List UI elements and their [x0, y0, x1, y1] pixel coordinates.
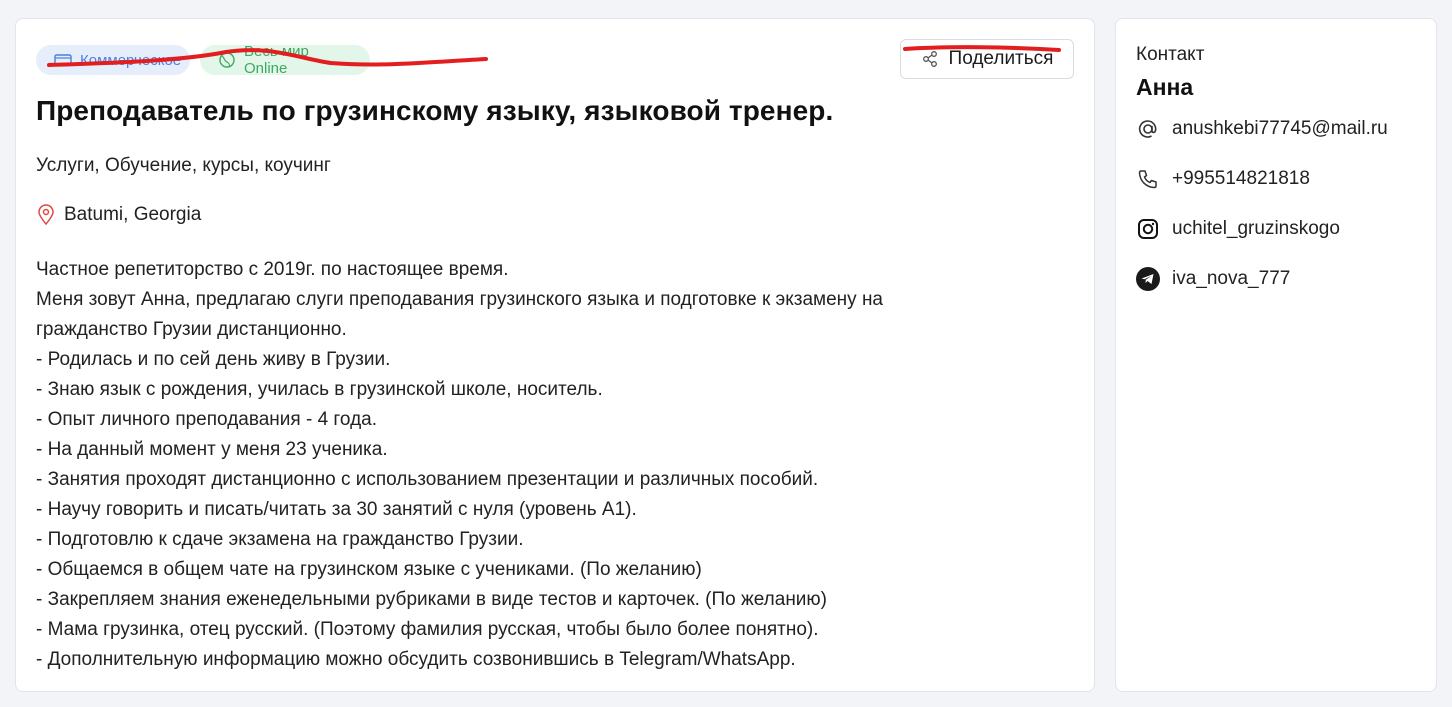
description-line: - Мама грузинка, отец русский. (Поэтому …	[36, 619, 819, 640]
location-pin-icon	[38, 204, 54, 226]
description-line: - Родилась и по сей день живу в Грузии.	[36, 349, 391, 370]
description-line: - Занятия проходят дистанционно с исполь…	[36, 469, 819, 490]
tag-label: Весь мир Online	[244, 43, 309, 77]
contact-card: Контакт Анна anushkebi77745@mail.ru +995…	[1115, 18, 1437, 692]
telegram-icon	[1136, 267, 1160, 291]
tag-commercial[interactable]: Коммерческое	[36, 45, 190, 75]
share-icon	[922, 51, 937, 67]
description-line: - Общаемся в общем чате на грузинском яз…	[36, 559, 702, 580]
instagram-text[interactable]: uchitel_gruzinskogo	[1172, 218, 1340, 240]
contact-email[interactable]: anushkebi77745@mail.ru	[1136, 117, 1388, 141]
description-line: - На данный момент у меня 23 ученика.	[36, 439, 388, 460]
share-label: Поделиться	[948, 48, 1054, 69]
contact-telegram[interactable]: iva_nova_777	[1136, 267, 1290, 291]
listing-location: Batumi, Georgia	[36, 204, 201, 226]
email-text[interactable]: anushkebi77745@mail.ru	[1172, 118, 1388, 140]
tag-online[interactable]: Весь мир Online	[200, 43, 370, 77]
contact-instagram[interactable]: uchitel_gruzinskogo	[1136, 217, 1340, 241]
globe-icon	[219, 52, 235, 68]
phone-icon	[1136, 167, 1160, 191]
banknote-icon	[54, 54, 72, 66]
phone-text[interactable]: +995514821818	[1172, 168, 1310, 190]
listing-description: Частное репетиторство с 2019г. по настоя…	[36, 255, 1076, 675]
listing-category: Услуги, Обучение, курсы, коучинг	[36, 155, 331, 176]
description-line: - Знаю язык с рождения, училась в грузин…	[36, 379, 603, 400]
listing-title: Преподаватель по грузинскому языку, язык…	[36, 95, 834, 126]
contact-name: Анна	[1136, 74, 1194, 100]
description-line: гражданство Грузии дистанционно.	[36, 319, 347, 340]
description-line: - Научу говорить и писать/читать за 30 з…	[36, 499, 637, 520]
description-line: - Дополнительную информацию можно обсуди…	[36, 649, 796, 670]
description-line: - Опыт личного преподавания - 4 года.	[36, 409, 378, 430]
tag-list: Коммерческое Весь мир Online	[36, 43, 370, 77]
listing-card: Коммерческое Весь мир Online Поделиться …	[15, 18, 1095, 692]
description-line: - Подготовлю к сдаче экзамена на граждан…	[36, 529, 524, 550]
tag-label: Коммерческое	[80, 51, 182, 69]
description-line: Частное репетиторство с 2019г. по настоя…	[36, 259, 509, 280]
contact-phone[interactable]: +995514821818	[1136, 167, 1310, 191]
share-button[interactable]: Поделиться	[900, 39, 1074, 79]
description-line: - Закрепляем знания еженедельными рубрик…	[36, 589, 827, 610]
instagram-icon	[1136, 217, 1160, 241]
contact-heading: Контакт	[1136, 44, 1205, 65]
location-text: Batumi, Georgia	[64, 204, 202, 225]
description-line: Меня зовут Анна, предлагаю слуги препода…	[36, 289, 884, 310]
at-sign-icon	[1136, 117, 1160, 141]
telegram-text[interactable]: iva_nova_777	[1172, 268, 1290, 290]
